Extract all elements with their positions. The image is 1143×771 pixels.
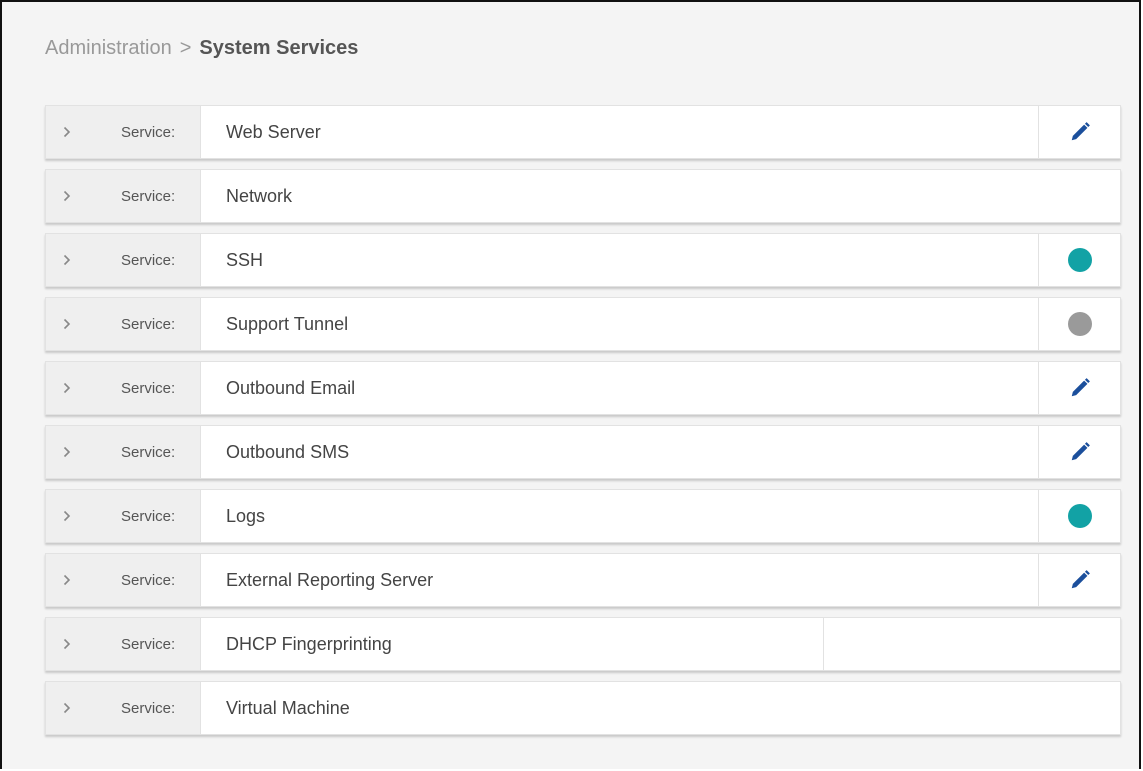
chevron-right-icon[interactable] [61,382,73,394]
service-row-header[interactable]: Service: [46,298,201,350]
service-label: Service: [121,123,176,141]
service-label: Service: [121,379,176,397]
service-label: Service: [121,443,176,461]
service-row-header[interactable]: Service: [46,234,201,286]
service-row-outbound-sms[interactable]: Service: Outbound SMS [45,425,1121,479]
service-row-logs[interactable]: Service: Logs [45,489,1121,543]
service-name: Logs [226,505,266,526]
service-status-cell [1038,490,1120,542]
service-action-cell [1038,362,1120,414]
pencil-icon[interactable] [1060,560,1100,600]
app-frame: Administration > System Services Service: W… [0,0,1141,769]
service-row-header[interactable]: Service: [46,490,201,542]
service-row-web-server[interactable]: Service: Web Server [45,105,1121,159]
service-status-cell [1038,234,1120,286]
service-row-external-reporting-server[interactable]: Service: External Reporting Server [45,553,1121,607]
service-row-dhcp-fingerprinting[interactable]: Service: DHCP Fingerprinting [45,617,1121,671]
service-name: Support Tunnel [226,313,349,334]
service-row-network[interactable]: Service: Network [45,169,1121,223]
service-row-header[interactable]: Service: [46,554,201,606]
service-action-cell [1038,426,1120,478]
service-label: Service: [121,315,176,333]
chevron-right-icon[interactable] [61,318,73,330]
service-name: SSH [226,249,264,270]
service-row-header[interactable]: Service: [46,426,201,478]
service-name: Outbound SMS [226,441,350,462]
chevron-right-icon[interactable] [61,574,73,586]
status-inactive-indicator [1067,312,1092,336]
status-active-indicator [1067,504,1092,528]
breadcrumb-parent-link[interactable]: Administration [45,37,172,59]
service-label: Service: [121,507,176,525]
service-action-cell [1038,554,1120,606]
page-title: System Services [199,37,359,59]
chevron-right-icon[interactable] [61,254,73,266]
service-row-header[interactable]: Service: [46,170,201,222]
chevron-right-icon[interactable] [61,702,73,714]
service-row-ssh[interactable]: Service: SSH [45,233,1121,287]
service-name: Network [226,185,293,206]
service-label: Service: [121,251,176,269]
service-row-support-tunnel[interactable]: Service: Support Tunnel [45,297,1121,351]
service-name: Virtual Machine [226,697,350,718]
chevron-right-icon[interactable] [61,638,73,650]
status-active-indicator [1067,248,1092,272]
service-list: Service: Web Server Service: Network Service… [45,105,1121,745]
chevron-right-icon[interactable] [61,190,73,202]
service-name: External Reporting Server [226,569,434,590]
pencil-icon[interactable] [1060,112,1100,152]
service-label: Service: [121,571,176,589]
chevron-right-icon[interactable] [61,126,73,138]
service-name: Outbound Email [226,377,356,398]
service-action-cell [1038,106,1120,158]
service-label: Service: [121,635,176,653]
service-label: Service: [121,699,176,717]
service-status-cell [1038,298,1120,350]
service-label: Service: [121,187,176,205]
service-name: Web Server [226,121,321,142]
service-row-header[interactable]: Service: [46,106,201,158]
service-row-outbound-email[interactable]: Service: Outbound Email [45,361,1121,415]
chevron-right-icon[interactable] [61,446,73,458]
service-name: DHCP Fingerprinting [226,633,392,654]
service-row-header[interactable]: Service: [46,362,201,414]
breadcrumb-separator: > [179,37,192,59]
service-row-header[interactable]: Service: [46,682,201,734]
chevron-right-icon[interactable] [61,510,73,522]
service-row-virtual-machine[interactable]: Service: Virtual Machine [45,681,1121,735]
pencil-icon[interactable] [1060,432,1100,472]
service-row-header[interactable]: Service: [46,618,201,670]
service-extra-panel [823,618,1120,670]
breadcrumb: Administration > System Services [45,36,358,60]
pencil-icon[interactable] [1060,368,1100,408]
